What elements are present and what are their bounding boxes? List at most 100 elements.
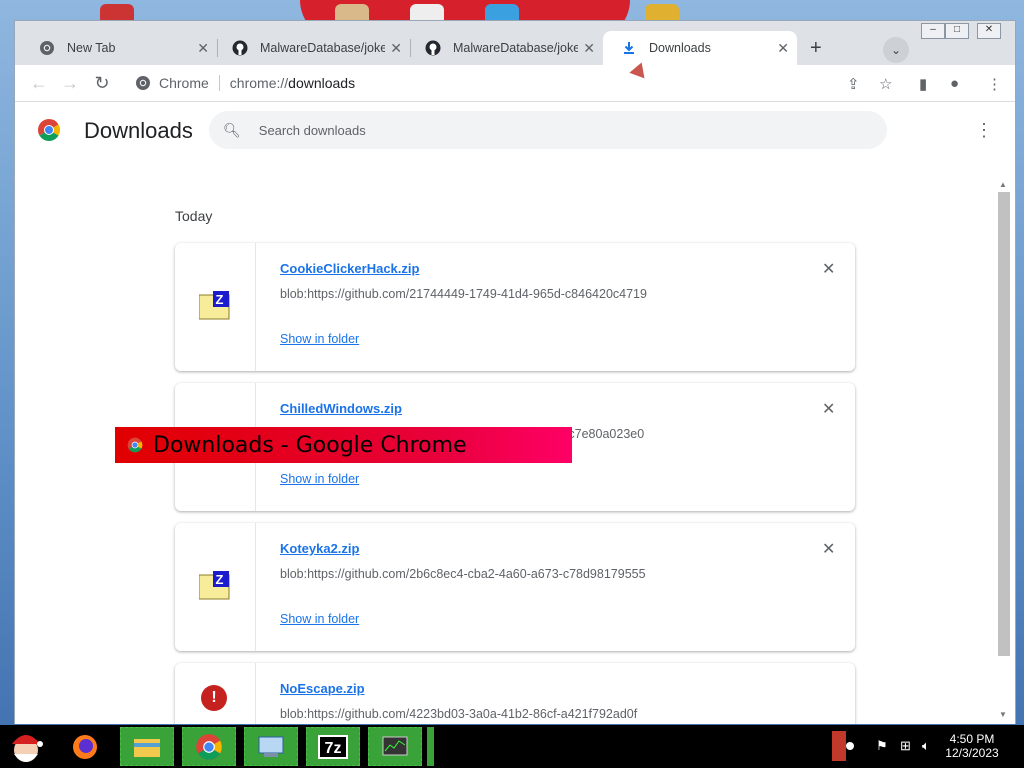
task-manager-icon: [382, 736, 408, 755]
tab-title: New Tab: [67, 41, 116, 55]
taskbar-firefox[interactable]: [58, 727, 112, 766]
clock[interactable]: 4:50 PM 12/3/2023: [942, 732, 1002, 760]
remove-download-icon[interactable]: ✕: [822, 259, 835, 279]
downloads-header: Downloads 🔍︎ Search downloads ⋮: [15, 102, 1015, 158]
download-icon: [624, 42, 634, 54]
clock-time: 4:50 PM: [949, 732, 995, 746]
remove-download-icon[interactable]: ✕: [822, 399, 835, 419]
search-placeholder: Search downloads: [258, 122, 366, 138]
overlay-title: Downloads - Google Chrome: [153, 432, 467, 458]
download-file-name[interactable]: CookieClickerHack.zip: [280, 261, 419, 276]
close-tab-icon[interactable]: ✕: [583, 40, 595, 57]
close-tab-icon[interactable]: ✕: [777, 40, 789, 57]
remove-download-icon[interactable]: ✕: [822, 539, 835, 559]
maximize-button[interactable]: □: [945, 23, 969, 39]
svg-text:Z: Z: [216, 572, 224, 587]
error-icon: !: [201, 685, 227, 711]
chrome-icon: [40, 41, 54, 55]
show-in-folder-link[interactable]: Show in folder: [280, 472, 359, 486]
download-item: ! NoEscape.zip blob:https://github.com/4…: [175, 663, 855, 724]
chrome-icon: [196, 733, 222, 760]
tab-title: MalwareDatabase/jokes: [453, 41, 578, 55]
tray-indicator: [832, 731, 846, 761]
zip-file-icon: Z: [199, 571, 230, 600]
firefox-icon: [73, 734, 97, 759]
zip-file-icon: Z: [199, 291, 230, 320]
tab-strip: New Tab ✕ MalwareDatabase/jokes ✕ Malwar…: [15, 21, 1015, 65]
url-scheme: chrome://: [229, 75, 289, 91]
file-icon-column: !: [175, 663, 256, 724]
scroll-up-arrow[interactable]: ▲: [999, 180, 1007, 189]
show-in-folder-link[interactable]: Show in folder: [280, 332, 359, 346]
file-icon-column: Z: [175, 243, 256, 371]
tab-downloads[interactable]: Downloads ✕: [603, 31, 797, 65]
menu-dots-icon[interactable]: ⋮: [987, 75, 1002, 93]
chrome-window: New Tab ✕ MalwareDatabase/jokes ✕ Malwar…: [14, 20, 1016, 724]
downloads-page: Downloads 🔍︎ Search downloads ⋮ ▲ ▼ Toda…: [15, 102, 1015, 724]
github-icon: [425, 40, 441, 56]
taskbar: 7z ⚑ ⊞ 🔈︎ 4:50 PM 12/3/2023: [0, 725, 1024, 768]
bookmark-star-icon[interactable]: ☆: [879, 75, 892, 93]
tab-malwaredatabase-2[interactable]: MalwareDatabase/jokes ✕: [407, 31, 603, 65]
control-panel-icon: [258, 736, 284, 757]
new-tab-button[interactable]: +: [810, 37, 822, 60]
tab-title: MalwareDatabase/jokes: [260, 41, 385, 55]
window-title-overlay: Downloads - Google Chrome: [115, 427, 572, 463]
download-item: Z Koteyka2.zip blob:https://github.com/2…: [175, 523, 855, 651]
search-downloads-input[interactable]: 🔍︎ Search downloads: [209, 111, 887, 149]
file-explorer-icon: [134, 738, 160, 757]
page-title: Downloads: [84, 118, 193, 143]
download-file-name[interactable]: Koteyka2.zip: [280, 541, 359, 556]
show-in-folder-link[interactable]: Show in folder: [280, 612, 359, 626]
share-icon[interactable]: ⇪: [847, 75, 860, 93]
action-center-flag-icon[interactable]: ⚑: [876, 738, 888, 754]
system-tray: ⚑ ⊞ 🔈︎ 4:50 PM 12/3/2023: [832, 725, 1024, 768]
profile-icon[interactable]: ●: [950, 75, 959, 92]
taskbar-7zip[interactable]: 7z: [306, 727, 360, 766]
tab-search-button[interactable]: ⌄: [883, 37, 909, 63]
forward-button[interactable]: →: [58, 71, 82, 95]
back-button[interactable]: ←: [27, 71, 51, 95]
scrollbar[interactable]: ▲ ▼: [997, 180, 1011, 724]
chrome-logo-icon: [38, 119, 60, 141]
download-file-name[interactable]: NoEscape.zip: [280, 681, 365, 696]
github-icon: [232, 40, 248, 56]
tab-title: Downloads: [649, 41, 711, 55]
close-window-button[interactable]: ✕: [977, 23, 1001, 39]
close-tab-icon[interactable]: ✕: [197, 40, 209, 57]
scroll-down-arrow[interactable]: ▼: [999, 710, 1007, 719]
minimize-button[interactable]: –: [921, 23, 945, 39]
download-item: Z CookieClickerHack.zip blob:https://git…: [175, 243, 855, 371]
download-file-name[interactable]: ChilledWindows.zip: [280, 401, 402, 416]
chrome-logo-icon: [127, 437, 143, 453]
download-source-url: blob:https://github.com/2b6c8ec4-cba2-4a…: [280, 567, 646, 581]
section-date: Today: [175, 208, 213, 224]
start-button-santa-icon[interactable]: [4, 726, 48, 767]
taskbar-chrome[interactable]: [182, 727, 236, 766]
tab-new-tab[interactable]: New Tab ✕: [21, 31, 217, 65]
volume-icon[interactable]: 🔈︎: [922, 738, 930, 754]
taskbar-control-panel[interactable]: [244, 727, 298, 766]
url-text: chrome://downloads: [230, 75, 355, 91]
side-panel-icon[interactable]: ▮: [919, 75, 927, 93]
svg-text:Z: Z: [216, 292, 224, 307]
tab-malwaredatabase-1[interactable]: MalwareDatabase/jokes ✕: [214, 31, 410, 65]
download-source-url: blob:https://github.com/21744449-1749-41…: [280, 287, 647, 301]
scroll-thumb[interactable]: [998, 192, 1010, 656]
taskbar-file-explorer[interactable]: [120, 727, 174, 766]
browser-toolbar: ← → ↻ Chrome chrome://downloads ⇪ ☆ ▮ ● …: [15, 65, 1015, 102]
close-tab-icon[interactable]: ✕: [390, 40, 402, 57]
tray-dot-icon: [846, 742, 854, 750]
7zip-icon: 7z: [318, 734, 348, 759]
network-icon[interactable]: ⊞: [900, 738, 911, 754]
clock-date: 12/3/2023: [945, 746, 999, 760]
more-actions-icon[interactable]: ⋮: [975, 120, 993, 141]
search-icon: 🔍︎: [223, 121, 241, 138]
address-bar[interactable]: Chrome chrome://downloads: [127, 68, 902, 98]
taskbar-task-manager[interactable]: [368, 727, 422, 766]
download-source-url: blob:https://github.com/4223bd03-3a0a-41…: [280, 707, 638, 721]
origin-chip: Chrome: [159, 75, 220, 91]
taskbar-app-edge: [427, 727, 434, 766]
chrome-icon: [136, 76, 150, 90]
reload-button[interactable]: ↻: [90, 71, 114, 95]
